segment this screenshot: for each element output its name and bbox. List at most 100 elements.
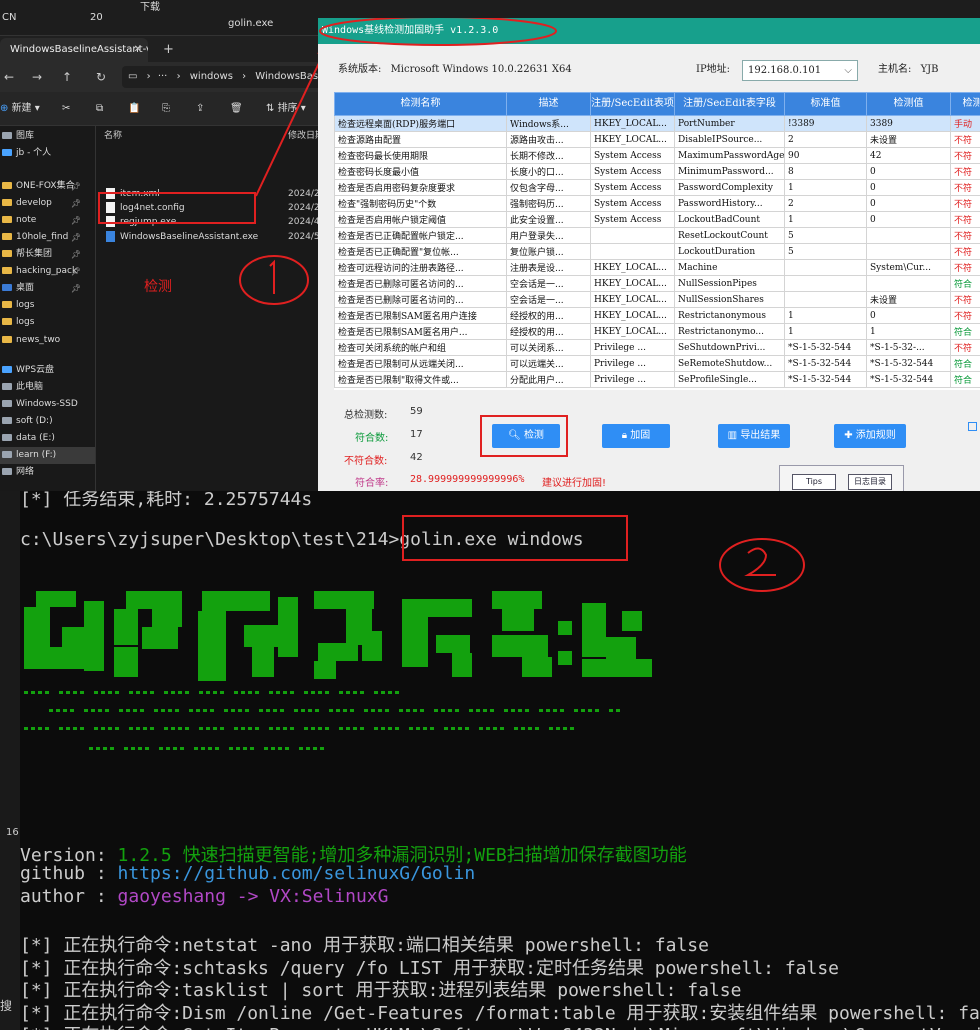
table-cell: 1 — [784, 211, 867, 228]
table-cell: 1 — [784, 323, 867, 340]
column-header[interactable]: 检测值 — [866, 92, 951, 116]
banner-dot — [241, 727, 245, 730]
terminal-window[interactable]: [*] 任务结束,耗时: 2.2575744s c:\Users\zyjsupe… — [20, 491, 980, 1030]
banner-dot — [73, 691, 77, 694]
nav-item-label: 此电脑 — [16, 382, 44, 392]
table-cell: 注册表是设... — [506, 259, 591, 276]
banner-block — [278, 597, 298, 657]
banner-dot — [143, 691, 147, 694]
nav-item[interactable]: soft (D:) — [0, 413, 95, 430]
nav-item[interactable]: data (E:) — [0, 430, 95, 447]
banner-dot — [129, 727, 133, 730]
banner-dot — [371, 709, 375, 712]
table-row[interactable]: 检查是否启用帐户锁定阈值 此安全设置... System Access Lockout… — [334, 211, 980, 228]
banner-dot — [301, 709, 305, 712]
table-row[interactable]: 检查密码最长使用期限 长期不修改... System Access MaximumPa… — [334, 147, 980, 164]
table-row[interactable]: 检查可远程访问的注册表路径... 注册表是设... HKEY_LOCAL... Mac… — [334, 259, 980, 276]
system-version-row: 系统版本: Microsoft Windows 10.0.22631 X64 — [338, 60, 572, 80]
nav-item[interactable]: news_two — [0, 332, 95, 349]
banner-dot — [49, 709, 53, 712]
export-button[interactable]: ▥ 导出结果 — [718, 424, 790, 448]
table-row[interactable]: 检查"强制密码历史"个数 强制密码历... System Access Passwor… — [334, 195, 980, 212]
harden-button[interactable]: 🔒︎ 加固 — [602, 424, 670, 448]
table-row[interactable]: 检查是否已删除可匿名访问的... 空会话是一... HKEY_LOCAL... Nul… — [334, 275, 980, 292]
table-row[interactable]: 检查是否启用密码复杂度要求 仅包含字母... System Access Passwo… — [334, 179, 980, 196]
table-cell: HKEY_LOCAL... — [590, 275, 675, 292]
banner-dot — [444, 727, 448, 730]
nav-item[interactable]: 网络 — [0, 464, 95, 481]
banner-dot — [511, 709, 515, 712]
pass-rate-value: 28.999999999999996% — [410, 474, 525, 485]
table-row[interactable]: 检查可关闭系统的帐户和组 可以关闭系... Privilege ... SeShutd… — [334, 339, 980, 356]
tips-button[interactable]: Tips — [792, 474, 836, 490]
table-cell: 不符 — [950, 227, 980, 244]
column-header[interactable]: 注册/SecEdit表项 — [590, 92, 675, 116]
checkbox[interactable] — [968, 422, 977, 431]
table-cell: 2 — [784, 131, 867, 148]
banner-dot — [280, 709, 284, 712]
banner-dot — [238, 709, 242, 712]
banner-dot — [413, 709, 417, 712]
banner-dot — [103, 747, 107, 750]
banner-dot — [164, 727, 168, 730]
banner-dot — [259, 709, 263, 712]
nav-item[interactable]: logs — [0, 314, 95, 331]
banner-dot — [416, 727, 420, 730]
column-header[interactable]: 标准值 — [784, 92, 867, 116]
table-row[interactable]: 检查是否已正确配置帐户锁定... 用户登录失... ResetLockoutCoun… — [334, 227, 980, 244]
table-row[interactable]: 检查是否已限制SAM匿名用户... 经授权的用... HKEY_LOCAL... Re… — [334, 323, 980, 340]
banner-dot — [224, 709, 228, 712]
column-header[interactable]: 描述 — [506, 92, 591, 116]
nav-item[interactable]: learn (F:) — [0, 447, 95, 464]
nav-item[interactable]: Windows-SSD — [0, 396, 95, 413]
banner-dot — [448, 709, 452, 712]
banner-block — [24, 607, 50, 647]
banner-dot — [234, 691, 238, 694]
banner-block — [558, 621, 572, 635]
banner-dot — [173, 747, 177, 750]
table-cell: 分配此用户... — [506, 371, 591, 388]
table-row[interactable]: 检查是否已正确配置"复位帐... 复位账户锁... LockoutDuration 5… — [334, 243, 980, 260]
column-header[interactable]: 注册/SecEdit表字段 — [674, 92, 785, 116]
column-header[interactable]: 检测名称 — [334, 92, 507, 116]
table-row[interactable]: 检查是否已删除可匿名访问的... 空会话是一... HKEY_LOCAL... Nul… — [334, 291, 980, 308]
banner-dot — [180, 747, 184, 750]
table-cell: 长度小的口... — [506, 163, 591, 180]
fail-count-value: 42 — [410, 452, 423, 463]
banner-dot — [350, 709, 354, 712]
banner-dot — [178, 727, 182, 730]
banner-dot — [255, 727, 259, 730]
banner-dot — [150, 691, 154, 694]
result-table: 检测名称描述注册/SecEdit表项注册/SecEdit表字段标准值检测值检测 … — [334, 92, 980, 388]
harden-button-label: 加固 — [630, 430, 651, 441]
banner-dot — [273, 709, 277, 712]
table-row[interactable]: 检查密码长度最小值 长度小的口... System Access MinimumPas… — [334, 163, 980, 180]
table-cell: 手动 — [950, 115, 980, 132]
table-row[interactable]: 检查是否已限制"取得文件或... 分配此用户... Privilege ... SeP… — [334, 371, 980, 388]
nav-item[interactable]: WPS云盘 — [0, 362, 95, 379]
banner-dot — [318, 727, 322, 730]
banner-dot — [504, 709, 508, 712]
banner-dot — [378, 709, 382, 712]
column-header[interactable]: 检测 — [950, 92, 980, 116]
ip-select[interactable]: 192.168.0.101 ⌵ — [742, 60, 858, 81]
banner-dot — [110, 747, 114, 750]
table-row[interactable]: 检查是否已限制SAM匿名用户连接 经授权的用... HKEY_LOCAL... Res… — [334, 307, 980, 324]
table-cell: 3389 — [866, 115, 951, 132]
add-rule-button[interactable]: ✚ 添加规则 — [834, 424, 906, 448]
table-row[interactable]: 检查源路由配置 源路由攻击... HKEY_LOCAL... DisableIPSou… — [334, 131, 980, 148]
github-link[interactable]: https://github.com/selinuxG/Golin — [118, 863, 476, 884]
table-cell: SeShutdownPrivi... — [674, 339, 785, 356]
banner-dot — [131, 747, 135, 750]
table-row[interactable]: 检查是否已限制可从远端关闭... 可以远端关... Privilege ... SeR… — [334, 355, 980, 372]
banner-block — [314, 591, 374, 609]
nav-item-label: logs — [16, 300, 35, 310]
add-rule-button-label: 添加规则 — [855, 430, 896, 441]
banner-dot — [306, 747, 310, 750]
log-dir-button[interactable]: 日志目录 — [848, 474, 892, 490]
table-cell: PasswordComplexity — [674, 179, 785, 196]
table-row[interactable]: 检查远程桌面(RDP)服务端口 Windows系... HKEY_LOCAL... P… — [334, 115, 980, 132]
banner-dot — [325, 727, 329, 730]
nav-item[interactable]: 此电脑 — [0, 379, 95, 396]
banner-dot — [231, 709, 235, 712]
